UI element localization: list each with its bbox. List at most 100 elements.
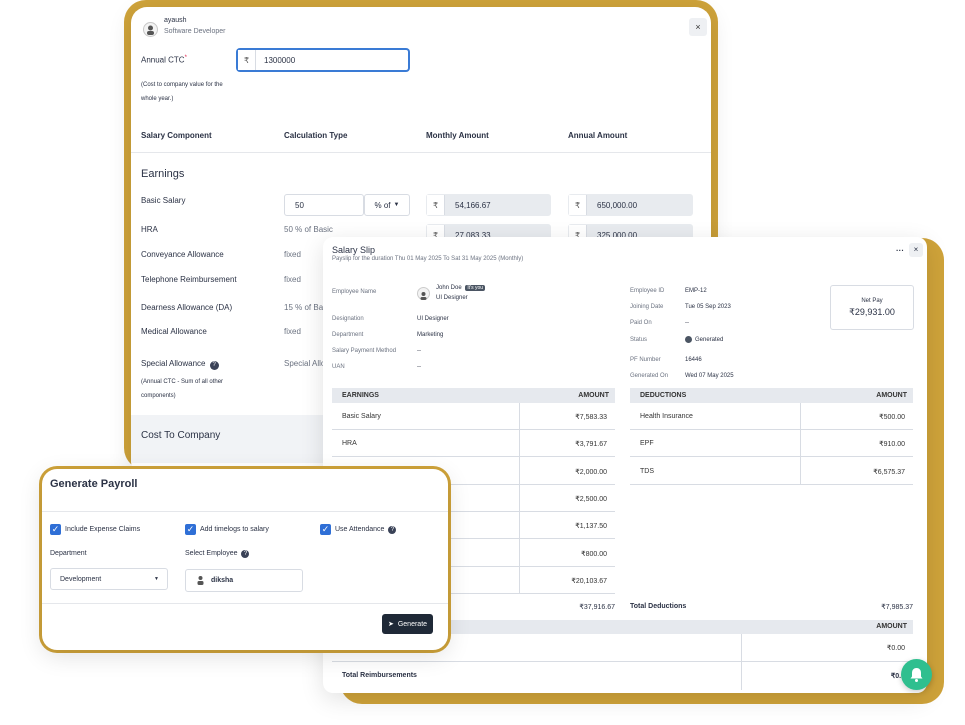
net-pay-label: Net Pay [861, 298, 883, 304]
total-reimbursements-label: Total Reimbursements [342, 672, 417, 679]
label-joining-date: Joining Date [630, 304, 664, 310]
label-designation: Designation [332, 316, 364, 322]
earnings-row-amount: ₹2,500.00 [575, 495, 607, 503]
earnings-row-amount: ₹3,791.67 [575, 441, 607, 449]
slip-title: Salary Slip [332, 245, 376, 255]
earnings-row-amount: ₹1,137.50 [575, 523, 607, 531]
add-timelogs-label: Add timelogs to salary [200, 526, 269, 533]
label-generated-on: Generated On [630, 373, 669, 379]
deduction-row: EPF ₹910.00 [630, 430, 913, 458]
select-employee-label: Select Employee ? [185, 550, 250, 558]
basic-percent-input[interactable]: 50 [284, 194, 364, 216]
col-calculation-type: Calculation Type [284, 131, 348, 140]
telephone-calc: fixed [284, 275, 301, 284]
telephone-label: Telephone Reimbursement [141, 275, 237, 284]
generate-payroll-panel: Generate Payroll ✓ Include Expense Claim… [42, 469, 448, 650]
deductions-header: DEDUCTIONS AMOUNT [630, 388, 913, 403]
da-calc: 15 % of Ba [284, 303, 324, 312]
label-employee-id: Employee ID [630, 288, 665, 294]
earnings-row-amount: ₹2,000.00 [575, 468, 607, 476]
add-timelogs-checkbox[interactable]: ✓ [185, 524, 196, 535]
payroll-title: Generate Payroll [50, 478, 138, 490]
annual-ctc-input[interactable]: ₹ 1300000 [237, 49, 409, 71]
employee-avatar [417, 287, 430, 300]
close-button[interactable]: × [689, 18, 707, 36]
close-icon: × [695, 22, 701, 32]
use-attendance-checkbox[interactable]: ✓ [320, 524, 331, 535]
value-department: Marketing [417, 332, 444, 338]
generate-button[interactable]: ➤ Generate [382, 614, 433, 634]
deduction-row-label: Health Insurance [640, 413, 693, 420]
medical-calc: fixed [284, 327, 301, 336]
include-expense-claims-checkbox[interactable]: ✓ [50, 524, 61, 535]
its-you-badge: It's you [465, 285, 486, 291]
basic-unit-select[interactable]: % of ▼ [364, 194, 410, 216]
earnings-row-amount: ₹800.00 [581, 550, 607, 558]
deduction-row-amount: ₹910.00 [879, 441, 905, 449]
conveyance-label: Conveyance Allowance [141, 250, 224, 259]
earnings-row-amount: ₹20,103.67 [571, 577, 607, 585]
label-uan: UAN [332, 364, 345, 370]
value-paid-on: -- [685, 320, 689, 326]
help-icon[interactable]: ? [209, 361, 219, 370]
label-payment-method: Salary Payment Method [332, 348, 397, 354]
col-salary-component: Salary Component [141, 131, 212, 140]
avatar [143, 22, 158, 37]
earnings-title: Earnings [141, 168, 185, 180]
value-uan: -- [417, 364, 421, 370]
label-paid-on: Paid On [630, 320, 652, 326]
deduction-row-amount: ₹500.00 [879, 414, 905, 421]
notification-button[interactable] [901, 659, 932, 690]
special-allowance-note: (Annual CTC - Sum of all other component… [141, 379, 224, 399]
deduction-row: TDS ₹6,575.37 [630, 458, 913, 485]
employee-avatar-icon [196, 575, 205, 586]
slip-close-button[interactable]: × [909, 243, 923, 257]
employee-select[interactable]: diksha [185, 569, 303, 592]
value-joining-date: Tue 05 Sep 2023 [685, 304, 731, 310]
basic-salary-label: Basic Salary [141, 196, 186, 205]
close-icon: × [913, 245, 919, 254]
send-icon: ➤ [387, 621, 394, 628]
deduction-row: Health Insurance ₹500.00 [630, 403, 913, 430]
employee-role: UI Designer [436, 295, 468, 301]
earnings-row-amount: ₹7,583.33 [575, 414, 607, 421]
hra-calc: 50 % of Basic [284, 225, 333, 234]
include-expense-claims-label: Include Expense Claims [65, 526, 141, 533]
ctc-footer-title: Cost To Company [141, 430, 221, 441]
earnings-header: EARNINGS AMOUNT [332, 388, 615, 403]
net-pay-value: ₹29,931.00 [849, 307, 895, 317]
medical-label: Medical Allowance [141, 327, 207, 336]
conveyance-calc: fixed [284, 250, 301, 259]
department-select[interactable]: Development ▼ [50, 568, 168, 590]
help-icon[interactable]: ? [388, 526, 397, 534]
basic-monthly-amount: ₹54,166.67 [426, 194, 551, 216]
user-role: Software Developer [164, 28, 226, 35]
employee-name: John Doe It's you [436, 285, 486, 291]
col-annual-amount: Annual Amount [568, 131, 628, 140]
payroll-header-divider [42, 511, 448, 512]
deduction-row-amount: ₹6,575.37 [873, 468, 905, 476]
help-icon[interactable]: ? [241, 550, 250, 558]
use-attendance-label: Use Attendance ? [335, 526, 397, 534]
more-icon[interactable]: ··· [896, 246, 904, 255]
slip-subtitle: Payslip for the duration Thu 01 May 2025… [332, 256, 524, 262]
deduction-row-label: TDS [640, 467, 654, 475]
annual-ctc-label: Annual CTC* [141, 55, 187, 65]
total-deductions-label: Total Deductions [630, 603, 687, 610]
ctc-currency: ₹ [238, 50, 256, 70]
total-deductions-value: ₹7,985.37 [881, 604, 913, 611]
value-designation: UI Designer [417, 316, 449, 322]
basic-annual-amount: ₹650,000.00 [568, 194, 693, 216]
status-dot [685, 336, 692, 343]
deduction-row-label: EPF [640, 440, 654, 448]
net-pay-card: Net Pay ₹29,931.00 [830, 285, 914, 330]
user-name: ayaush [164, 17, 187, 24]
hra-label: HRA [141, 225, 158, 234]
earnings-total: ₹37,916.67 [579, 604, 615, 611]
earnings-row-label: HRA [342, 440, 357, 448]
label-department: Department [332, 332, 364, 338]
required-mark: * [184, 55, 187, 61]
header-divider [131, 152, 711, 153]
special-allowance-label: Special Allowance ? [141, 359, 219, 370]
special-allowance-calc: Special Allo [284, 359, 326, 368]
